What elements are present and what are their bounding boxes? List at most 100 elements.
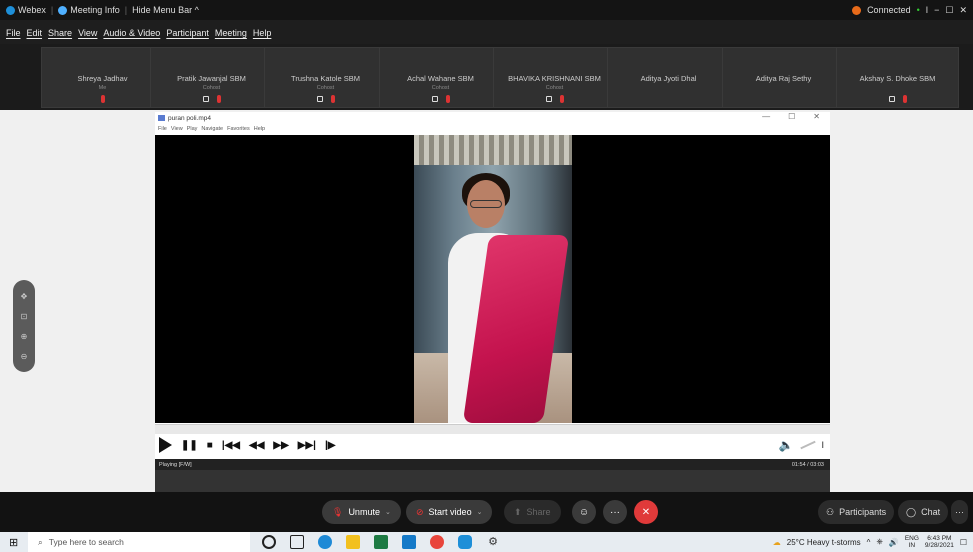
tray-chevron-icon[interactable]: ^ bbox=[867, 538, 871, 547]
participant-tile[interactable]: Akshay S. Dhoke SBM bbox=[836, 47, 959, 108]
connected-label: Connected bbox=[867, 5, 911, 15]
menu-file[interactable]: File bbox=[6, 28, 21, 44]
more-panels-button[interactable]: ··· bbox=[951, 500, 968, 524]
task-view-icon[interactable] bbox=[290, 535, 304, 549]
info-icon bbox=[58, 5, 68, 15]
player-menu-view[interactable]: View bbox=[171, 126, 183, 132]
speaker-icon[interactable]: 🔈 bbox=[779, 438, 794, 452]
connection-status: Connected • ǀ − ☐ ✕ bbox=[852, 0, 973, 20]
chat-icon: ◯ bbox=[906, 506, 917, 517]
unmute-button[interactable]: 🎙 Unmute ⌄ bbox=[322, 500, 401, 524]
leave-button[interactable]: ✕ bbox=[634, 500, 658, 524]
system-tray: ☁ 25°C Heavy t-storms ^ ⎈ 🔊 ENG IN 6:43 … bbox=[773, 532, 967, 552]
menu-meeting[interactable]: Meeting bbox=[215, 28, 247, 44]
player-maximize-button[interactable]: ☐ bbox=[788, 112, 795, 121]
mic-muted-icon bbox=[330, 95, 335, 103]
frame-step-icon[interactable]: |▶ bbox=[325, 440, 336, 451]
volume-handle-icon[interactable]: ǀ bbox=[822, 440, 824, 450]
edge-icon[interactable] bbox=[318, 535, 332, 549]
participant-tile[interactable]: Shreya Jadhav Me bbox=[41, 47, 164, 108]
pause-icon[interactable]: ❚❚ bbox=[181, 440, 198, 451]
mail-icon[interactable] bbox=[402, 535, 416, 549]
webex-icon[interactable] bbox=[458, 535, 472, 549]
participants-button[interactable]: ⚇ Participants bbox=[818, 500, 895, 524]
weather-icon: ☁ bbox=[772, 537, 781, 547]
cortana-icon[interactable] bbox=[262, 535, 276, 549]
pan-icon[interactable]: ✥ bbox=[21, 292, 28, 301]
menu-audio-video[interactable]: Audio & Video bbox=[103, 28, 160, 44]
language-indicator[interactable]: ENG IN bbox=[905, 535, 919, 549]
close-button[interactable]: ✕ bbox=[959, 5, 967, 16]
menu-share[interactable]: Share bbox=[48, 28, 72, 44]
player-menu-file[interactable]: File bbox=[158, 126, 167, 132]
start-video-button[interactable]: ⊘ Start video ⌄ bbox=[406, 500, 493, 524]
player-minimize-button[interactable]: — bbox=[762, 112, 770, 121]
mic-muted-icon bbox=[902, 95, 907, 103]
participant-tile[interactable]: Trushna Katole SBM Cohost bbox=[264, 47, 387, 108]
play-icon[interactable] bbox=[159, 437, 172, 453]
network-icon[interactable]: ⎈ bbox=[876, 537, 882, 547]
menu-help[interactable]: Help bbox=[253, 28, 272, 44]
taskbar-apps: ⚙ bbox=[262, 535, 500, 549]
participant-tile[interactable]: Achal Wahane SBM Cohost bbox=[379, 47, 502, 108]
chat-button[interactable]: ◯ Chat bbox=[898, 500, 949, 524]
menu-bar: File Edit Share View Audio & Video Parti… bbox=[0, 28, 271, 44]
share-button[interactable]: ⬆ Share bbox=[504, 500, 561, 524]
ellipsis-icon: ··· bbox=[955, 507, 964, 517]
chrome-icon[interactable] bbox=[430, 535, 444, 549]
zoom-controls: ✥ ⊡ ⊕ ⊖ bbox=[13, 280, 35, 372]
date-label: 9/28/2021 bbox=[924, 542, 954, 549]
maximize-button[interactable]: ☐ bbox=[945, 5, 953, 16]
meeting-info-button[interactable]: Meeting Info bbox=[58, 5, 120, 15]
taskbar-search[interactable]: ⌕ Type here to search bbox=[28, 532, 250, 552]
minimize-button[interactable]: − bbox=[934, 5, 939, 15]
meeting-info-label: Meeting Info bbox=[70, 5, 120, 15]
participant-tile[interactable]: BHAVIKA KRISHNANI SBM Cohost bbox=[493, 47, 616, 108]
zoom-out-icon[interactable]: ⊖ bbox=[21, 352, 28, 361]
reactions-button[interactable]: ☺ bbox=[572, 500, 596, 524]
menu-view[interactable]: View bbox=[78, 28, 97, 44]
participant-tile[interactable]: Aditya Raj Sethy bbox=[722, 47, 845, 108]
weather-label[interactable]: 25°C Heavy t-storms bbox=[787, 538, 861, 547]
player-close-button[interactable]: ✕ bbox=[813, 112, 820, 121]
fit-icon[interactable]: ⊡ bbox=[21, 312, 28, 321]
volume-slider[interactable] bbox=[799, 440, 816, 450]
webex-menu[interactable]: Webex bbox=[6, 5, 46, 15]
video-frame[interactable] bbox=[155, 135, 830, 423]
more-button[interactable]: ··· bbox=[603, 500, 627, 524]
participant-name: Aditya Jyoti Dhal bbox=[640, 74, 697, 83]
windows-taskbar: ⊞ ⌕ Type here to search ⚙ ☁ 25°C Heavy t… bbox=[0, 532, 973, 552]
time-label: 6:43 PM bbox=[927, 534, 952, 542]
connected-icon bbox=[852, 5, 862, 15]
menu-edit[interactable]: Edit bbox=[27, 28, 43, 44]
participant-tile[interactable]: Pratik Jawanjal SBM Cohost bbox=[150, 47, 273, 108]
player-menu-help[interactable]: Help bbox=[254, 126, 265, 132]
mic-muted-icon bbox=[559, 95, 564, 103]
player-logo-icon bbox=[158, 115, 165, 121]
skip-forward-icon[interactable]: ▶▶| bbox=[298, 440, 316, 451]
close-icon: ✕ bbox=[641, 506, 651, 518]
player-menu-play[interactable]: Play bbox=[187, 126, 198, 132]
chevron-down-icon[interactable]: ⌄ bbox=[477, 508, 483, 516]
file-explorer-icon[interactable] bbox=[346, 535, 360, 549]
chevron-down-icon[interactable]: ⌄ bbox=[385, 508, 391, 516]
participant-name: Achal Wahane SBM bbox=[407, 74, 474, 83]
hide-menu-bar-button[interactable]: Hide Menu Bar ^ bbox=[132, 5, 199, 15]
fast-forward-icon[interactable]: ▶▶ bbox=[273, 440, 288, 451]
volume-tray-icon[interactable]: 🔊 bbox=[889, 538, 899, 547]
participant-tile[interactable]: Aditya Jyoti Dhal bbox=[607, 47, 730, 108]
notifications-icon[interactable]: ☐ bbox=[960, 538, 967, 547]
zoom-in-icon[interactable]: ⊕ bbox=[21, 332, 28, 341]
clock[interactable]: 6:43 PM 9/28/2021 bbox=[925, 535, 954, 549]
skip-back-icon[interactable]: |◀◀ bbox=[222, 440, 240, 451]
windows-start-icon[interactable]: ⊞ bbox=[9, 536, 18, 549]
stop-icon[interactable]: ■ bbox=[207, 440, 213, 451]
menu-participant[interactable]: Participant bbox=[166, 28, 209, 44]
player-menu-navigate[interactable]: Navigate bbox=[201, 126, 223, 132]
settings-icon[interactable]: ⚙ bbox=[486, 535, 500, 549]
seek-bar[interactable] bbox=[155, 424, 830, 434]
rewind-icon[interactable]: ◀◀ bbox=[249, 440, 264, 451]
excel-icon[interactable] bbox=[374, 535, 388, 549]
video-off-icon bbox=[888, 96, 895, 102]
player-menu-favorites[interactable]: Favorites bbox=[227, 126, 250, 132]
